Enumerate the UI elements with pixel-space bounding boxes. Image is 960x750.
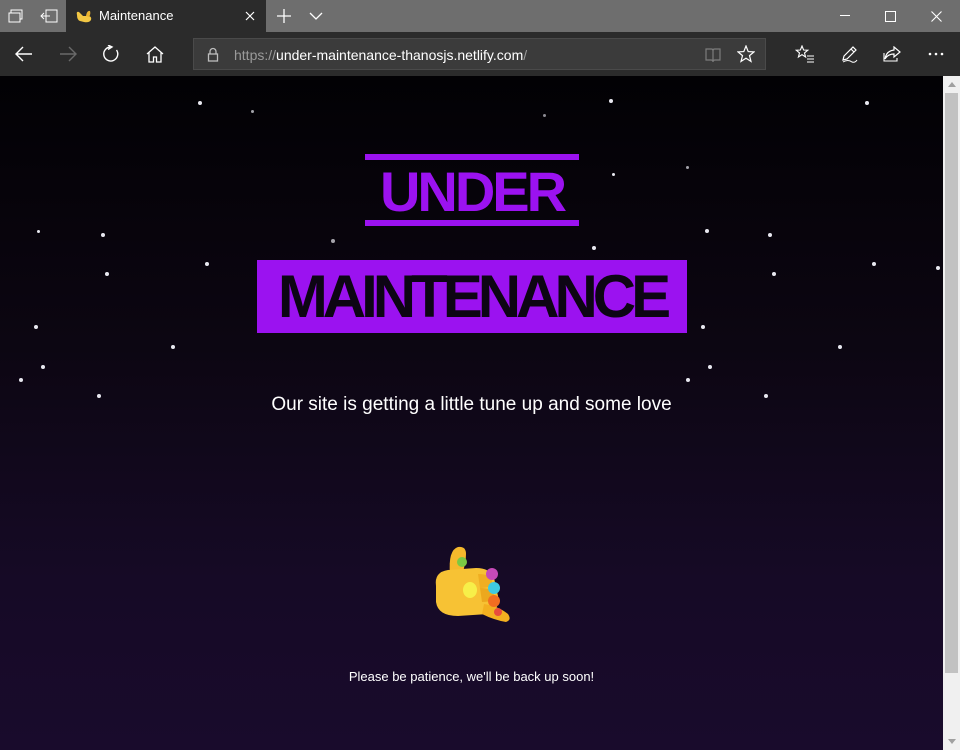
back-arrow-icon[interactable] [2, 32, 46, 76]
star-dot [701, 325, 705, 329]
star-dot [708, 365, 712, 369]
scroll-down-arrow-icon[interactable] [943, 733, 960, 750]
star-dot [543, 114, 546, 117]
url-path: / [523, 47, 528, 63]
star-dot [592, 246, 596, 250]
close-window-button[interactable] [913, 0, 959, 32]
star-dot [41, 365, 45, 369]
star-dot [171, 345, 175, 349]
star-dot [936, 266, 940, 270]
maximize-button[interactable] [867, 0, 913, 32]
tab-list-icon[interactable] [0, 0, 32, 32]
refresh-icon[interactable] [89, 32, 133, 76]
star-dot [838, 345, 842, 349]
heading-maintenance: MAINTENANCE [277, 263, 671, 330]
star-dot [686, 166, 689, 169]
navigation-bar: https://under-maintenance-thanosjs.netli… [0, 32, 960, 76]
tab-maintenance[interactable]: Maintenance [66, 0, 266, 32]
infinity-gauntlet-hand-icon [428, 544, 518, 628]
star-dot [772, 272, 776, 276]
star-dot [865, 101, 869, 105]
share-icon[interactable] [870, 32, 914, 76]
star-dot [105, 272, 109, 276]
page-viewport: UNDER MAINTENANCE Our site is getting a … [0, 76, 943, 750]
heading-under-frame: UNDER [365, 154, 579, 226]
tagline-text: Our site is getting a little tune up and… [271, 394, 672, 415]
home-icon[interactable] [133, 32, 177, 76]
favorites-list-icon[interactable] [783, 32, 827, 76]
star-dot [609, 99, 613, 103]
pen-icon[interactable] [827, 32, 871, 76]
set-aside-tabs-icon[interactable] [33, 0, 65, 32]
chevron-down-icon[interactable] [300, 0, 332, 32]
url-host: under-maintenance-thanosjs.netlify.com [276, 47, 524, 63]
scrollbar-thumb[interactable] [945, 93, 958, 673]
star-dot [198, 101, 202, 105]
lock-icon [206, 47, 220, 63]
url-scheme: https:// [234, 47, 277, 63]
minimize-button[interactable] [822, 0, 868, 32]
address-bar[interactable]: https://under-maintenance-thanosjs.netli… [193, 38, 766, 70]
close-tab-icon[interactable] [242, 8, 258, 24]
plus-icon[interactable] [268, 0, 300, 32]
url-text[interactable]: https://under-maintenance-thanosjs.netli… [234, 47, 527, 63]
star-dot [612, 173, 615, 176]
more-icon[interactable] [914, 32, 958, 76]
star-dot [768, 233, 772, 237]
star-dot [205, 262, 209, 266]
scroll-up-arrow-icon[interactable] [943, 76, 960, 93]
star-dot [872, 262, 876, 266]
star-dot [101, 233, 105, 237]
star-dot [251, 110, 254, 113]
tab-title: Maintenance [99, 8, 174, 23]
title-bar: Maintenance [0, 0, 960, 32]
heading-under: UNDER [379, 160, 567, 223]
star-dot [37, 230, 40, 233]
footer-note: Please be patience, we'll be back up soo… [348, 669, 595, 684]
forward-arrow-icon[interactable] [46, 32, 90, 76]
star-dot [686, 378, 690, 382]
star-dot [705, 229, 709, 233]
vertical-scrollbar[interactable] [943, 76, 960, 750]
star-dot [331, 239, 335, 243]
star-dot [34, 325, 38, 329]
star-dot [19, 378, 23, 382]
heading-maintenance-frame: MAINTENANCE [257, 260, 687, 333]
call-me-hand-icon [74, 6, 94, 26]
star-icon[interactable] [737, 45, 755, 63]
reading-view-icon[interactable] [704, 46, 722, 64]
